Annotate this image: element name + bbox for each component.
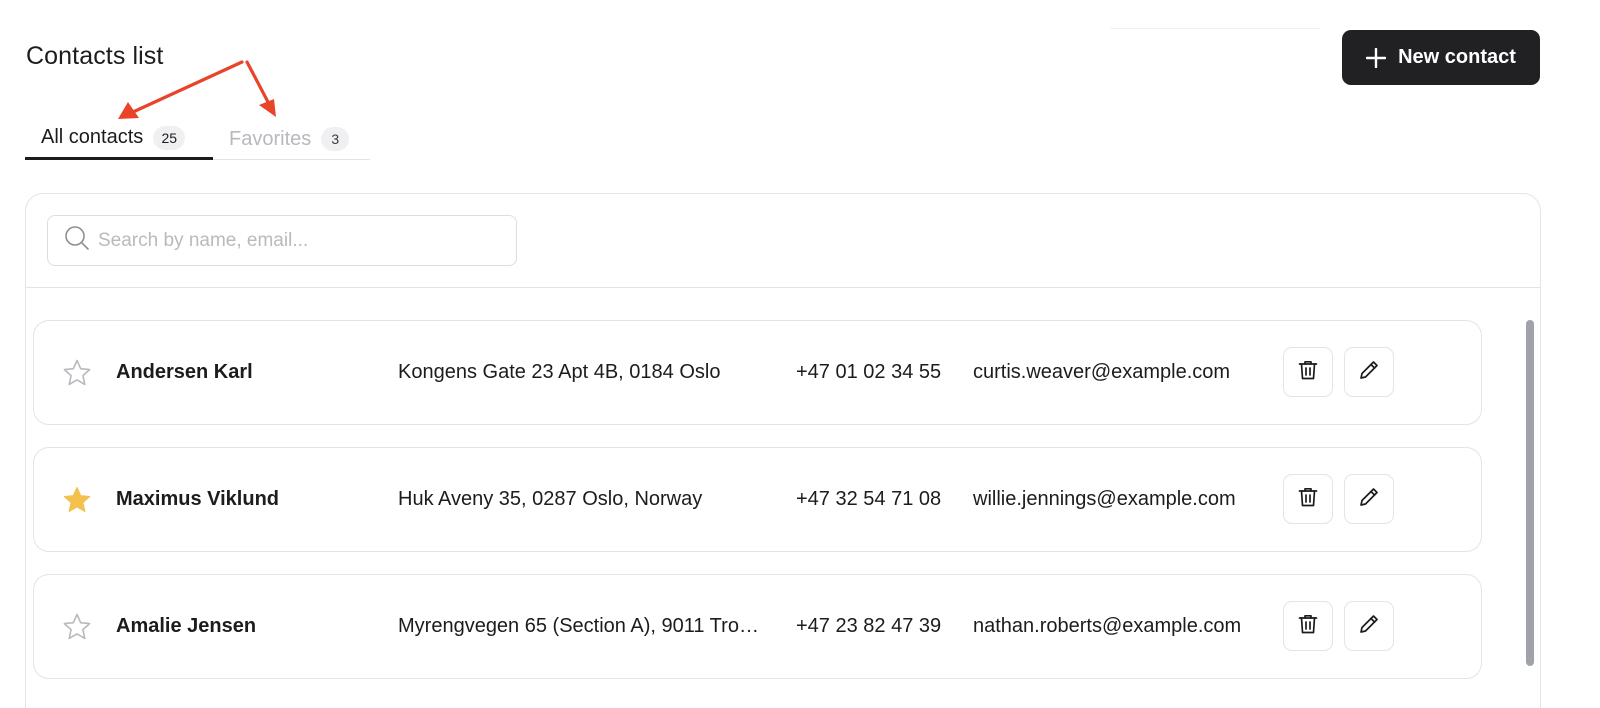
tab-label: All contacts — [41, 126, 144, 148]
pencil-icon — [1357, 358, 1381, 387]
search-box — [47, 215, 517, 266]
top-divider — [1110, 28, 1320, 29]
contact-phone: +47 23 82 47 39 — [796, 615, 942, 637]
contact-email: willie.jennings@example.com — [973, 488, 1236, 510]
contact-phone: +47 01 02 34 55 — [796, 361, 942, 383]
delete-button[interactable] — [1283, 474, 1333, 524]
delete-button[interactable] — [1283, 347, 1333, 397]
contact-phone: +47 32 54 71 08 — [796, 488, 942, 510]
pencil-icon — [1357, 612, 1381, 641]
new-contact-label: New contact — [1398, 46, 1516, 68]
contact-address: Huk Aveny 35, 0287 Oslo, Norway — [398, 488, 703, 510]
list-scrollbar[interactable] — [1526, 320, 1534, 666]
contact-address: Myrengvegen 65 (Section A), 9011 Tromsø — [398, 615, 770, 637]
new-contact-button[interactable]: New contact — [1342, 30, 1540, 85]
tab-label: Favorites — [229, 127, 312, 150]
count-badge: 25 — [153, 125, 186, 150]
search-input[interactable] — [98, 229, 478, 252]
plus-icon — [1366, 47, 1387, 68]
arrowhead-left — [118, 102, 139, 119]
star-outline-icon[interactable] — [61, 611, 93, 643]
tab-all-contacts[interactable]: All contacts 25 — [25, 118, 213, 160]
star-filled-icon[interactable] — [61, 484, 93, 516]
trash-icon — [1296, 485, 1320, 514]
panel-divider — [26, 287, 1540, 288]
contact-name: Andersen Karl — [116, 361, 253, 383]
contact-name: Maximus Viklund — [116, 488, 280, 510]
contacts-tabs: All contacts 25 Favorites 3 — [25, 118, 370, 160]
trash-icon — [1296, 358, 1320, 387]
contact-address: Kongens Gate 23 Apt 4B, 0184 Oslo — [398, 361, 721, 383]
pencil-icon — [1357, 485, 1381, 514]
contact-name: Amalie Jensen — [116, 615, 257, 637]
arrow-to-favorites — [245, 60, 270, 104]
count-badge: 3 — [321, 127, 350, 151]
edit-button[interactable] — [1344, 474, 1394, 524]
edit-button[interactable] — [1344, 347, 1394, 397]
edit-button[interactable] — [1344, 601, 1394, 651]
contact-email: nathan.roberts@example.com — [973, 615, 1242, 637]
contact-email: curtis.weaver@example.com — [973, 361, 1231, 383]
contact-row: Amalie Jensen Myrengvegen 65 (Section A)… — [33, 574, 1482, 679]
trash-icon — [1296, 612, 1320, 641]
star-outline-icon[interactable] — [61, 357, 93, 389]
contact-row: Maximus Viklund Huk Aveny 35, 0287 Oslo,… — [33, 447, 1482, 552]
contact-row: Andersen Karl Kongens Gate 23 Apt 4B, 01… — [33, 320, 1482, 425]
arrowhead-right — [259, 99, 276, 117]
delete-button[interactable] — [1283, 601, 1333, 651]
page-title: Contacts list — [26, 42, 164, 70]
tab-favorites[interactable]: Favorites 3 — [229, 118, 350, 160]
search-icon — [64, 225, 90, 256]
